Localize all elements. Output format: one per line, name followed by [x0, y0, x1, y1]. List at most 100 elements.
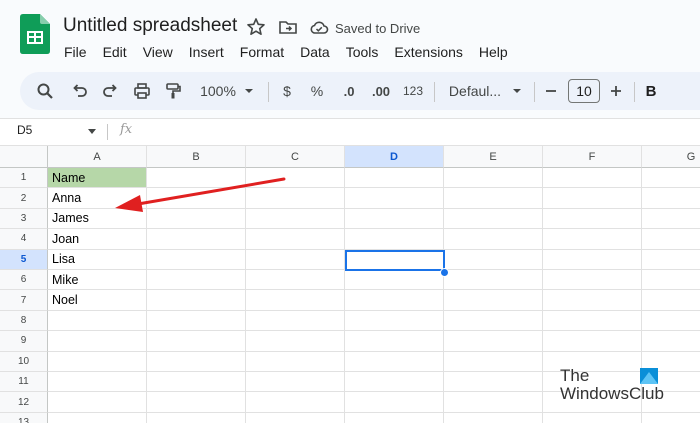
cell-b4[interactable]	[147, 229, 246, 250]
cell-d2[interactable]	[345, 188, 444, 209]
cell-d12[interactable]	[345, 392, 444, 413]
cell-e12[interactable]	[444, 392, 543, 413]
row-header-7[interactable]: 7	[0, 290, 48, 311]
cell-b10[interactable]	[147, 351, 246, 372]
row-header-1[interactable]: 1	[0, 168, 48, 189]
cell-e8[interactable]	[444, 310, 543, 332]
menu-edit[interactable]: Edit	[95, 42, 135, 62]
decrease-font-size-button[interactable]	[542, 72, 560, 110]
percent-format-button[interactable]: %	[308, 72, 326, 110]
cell-c12[interactable]	[246, 392, 345, 413]
menu-extensions[interactable]: Extensions	[386, 42, 470, 62]
cell-g5[interactable]	[642, 250, 700, 270]
cell-a1[interactable]: Name	[48, 168, 147, 189]
cell-a2[interactable]: Anna	[48, 188, 147, 209]
cell-e5[interactable]	[444, 249, 543, 270]
undo-button[interactable]	[69, 72, 91, 110]
cell-e10[interactable]	[444, 351, 543, 372]
zoom-dropdown[interactable]	[242, 72, 256, 110]
cell-g9[interactable]	[642, 331, 700, 352]
column-header-g[interactable]: G	[642, 146, 700, 168]
column-header-f[interactable]: F	[543, 146, 642, 168]
cell-c5[interactable]	[246, 249, 345, 270]
star-icon[interactable]	[246, 17, 266, 37]
row-header-3[interactable]: 3	[0, 208, 48, 230]
cell-c4[interactable]	[246, 229, 345, 250]
row-header-9[interactable]: 9	[0, 331, 48, 352]
cell-a12[interactable]	[48, 392, 147, 413]
cell-g13[interactable]	[642, 413, 700, 423]
sheets-logo-icon[interactable]	[20, 14, 50, 54]
font-family-dropdown[interactable]	[510, 72, 524, 110]
cell-a8[interactable]	[48, 310, 147, 332]
cell-d3[interactable]	[345, 208, 444, 230]
cell-b3[interactable]	[147, 208, 246, 230]
cell-f6[interactable]	[543, 270, 642, 291]
row-header-2[interactable]: 2	[0, 188, 48, 209]
cell-f3[interactable]	[543, 208, 642, 230]
cell-e2[interactable]	[444, 188, 543, 209]
cell-f7[interactable]	[543, 290, 642, 311]
cell-c13[interactable]	[246, 412, 345, 423]
number-format-button[interactable]: 123	[400, 72, 426, 110]
name-box[interactable]: D5	[17, 123, 32, 137]
menu-insert[interactable]: Insert	[181, 42, 232, 62]
cell-d1[interactable]	[345, 168, 444, 189]
column-header-b[interactable]: B	[147, 146, 246, 168]
cell-f1[interactable]	[543, 168, 642, 189]
increase-decimal-button[interactable]: .00	[368, 72, 394, 110]
print-button[interactable]	[131, 72, 153, 110]
cell-a6[interactable]: Mike	[48, 270, 147, 291]
select-all-corner[interactable]	[0, 146, 48, 168]
menu-data[interactable]: Data	[292, 42, 338, 62]
row-header-8[interactable]: 8	[0, 310, 48, 332]
cell-e11[interactable]	[444, 372, 543, 393]
cell-a5[interactable]: Lisa	[48, 249, 147, 270]
row-header-12[interactable]: 12	[0, 392, 48, 413]
cell-b13[interactable]	[147, 412, 246, 423]
cell-e3[interactable]	[444, 208, 543, 230]
cell-f5[interactable]	[543, 249, 642, 270]
cell-c7[interactable]	[246, 290, 345, 311]
row-header-5[interactable]: 5	[0, 249, 48, 270]
zoom-select[interactable]: 100%	[196, 72, 240, 110]
row-header-4[interactable]: 4	[0, 229, 48, 250]
move-to-folder-icon[interactable]	[278, 17, 298, 37]
cell-b2[interactable]	[147, 188, 246, 209]
search-menus-button[interactable]	[34, 72, 56, 110]
cell-d13[interactable]	[345, 412, 444, 423]
cell-f8[interactable]	[543, 310, 642, 332]
row-header-6[interactable]: 6	[0, 270, 48, 291]
redo-button[interactable]	[99, 72, 121, 110]
cell-d9[interactable]	[345, 331, 444, 352]
cloud-saved-icon[interactable]	[309, 17, 329, 37]
cell-e4[interactable]	[444, 229, 543, 250]
column-header-c[interactable]: C	[246, 146, 345, 168]
cell-g1[interactable]	[642, 168, 700, 189]
cell-b7[interactable]	[147, 290, 246, 311]
font-family-select[interactable]: Defaul...	[446, 72, 504, 110]
cell-d6[interactable]	[345, 270, 444, 291]
cell-a13[interactable]	[48, 412, 147, 423]
menu-file[interactable]: File	[56, 42, 95, 62]
column-header-e[interactable]: E	[444, 146, 543, 168]
cell-b8[interactable]	[147, 310, 246, 332]
cell-g8[interactable]	[642, 311, 700, 332]
cell-e13[interactable]	[444, 412, 543, 423]
cell-a11[interactable]	[48, 372, 147, 393]
cell-d8[interactable]	[345, 310, 444, 332]
paint-format-button[interactable]	[162, 72, 184, 110]
cell-g7[interactable]	[642, 290, 700, 311]
cell-e1[interactable]	[444, 168, 543, 189]
cell-d4[interactable]	[345, 229, 444, 250]
row-header-10[interactable]: 10	[0, 351, 48, 372]
cell-g2[interactable]	[642, 188, 700, 209]
cell-e6[interactable]	[444, 270, 543, 291]
cell-c9[interactable]	[246, 331, 345, 352]
cell-e9[interactable]	[444, 331, 543, 352]
cell-a9[interactable]	[48, 331, 147, 352]
cell-c3[interactable]	[246, 208, 345, 230]
cell-g6[interactable]	[642, 270, 700, 291]
row-header-11[interactable]: 11	[0, 372, 48, 393]
cell-e7[interactable]	[444, 290, 543, 311]
